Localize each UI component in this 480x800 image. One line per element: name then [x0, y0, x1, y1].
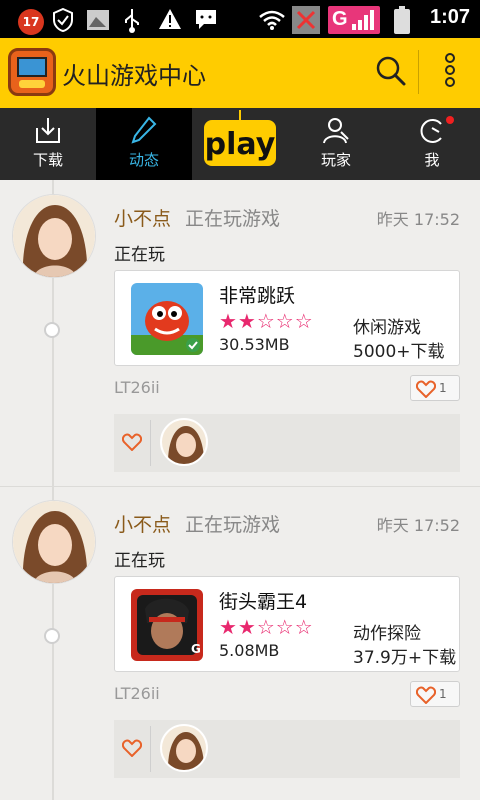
- player-icon: [323, 118, 349, 144]
- likers-strip: [114, 720, 460, 778]
- notification-count-badge: 17: [18, 9, 44, 35]
- me-icon: [420, 119, 442, 143]
- liker-avatar[interactable]: [160, 724, 208, 772]
- user-name[interactable]: 小不点: [114, 204, 171, 231]
- timeline-dot: [44, 322, 60, 338]
- rating-stars: ★★☆☆☆: [219, 309, 314, 333]
- like-count: 1: [439, 381, 447, 395]
- feed-item[interactable]: 小不点 正在玩游戏 昨天 17:52 正在玩 非常跳跃 ★★☆☆☆ 30.53M…: [0, 182, 480, 487]
- post-time: 昨天 17:52: [376, 210, 460, 229]
- status-bar: 17 G 1:07: [0, 0, 480, 38]
- game-size: 5.08MB: [219, 641, 280, 660]
- tab-download-label: 下载: [32, 151, 63, 169]
- game-size: 30.53MB: [219, 335, 290, 354]
- status-text: 正在玩: [114, 551, 165, 571]
- like-button[interactable]: 1: [410, 681, 460, 707]
- game-name: 非常跳跃: [219, 285, 296, 307]
- game-category: 动作探险: [353, 624, 421, 644]
- signal-bars-icon: [352, 10, 374, 30]
- device-name: LT26ii: [114, 684, 160, 703]
- warning-icon: [159, 9, 181, 29]
- game-icon-street-fighter: G: [131, 589, 203, 661]
- heart-icon: [416, 686, 436, 704]
- user-avatar[interactable]: [12, 194, 96, 278]
- game-card[interactable]: 非常跳跃 ★★☆☆☆ 30.53MB 休闲游戏 5000+下载: [114, 270, 460, 366]
- heart-icon: [416, 380, 436, 398]
- app-header: 火山游戏中心: [0, 38, 480, 108]
- tab-players-label: 玩家: [320, 151, 351, 169]
- header-divider: [418, 50, 419, 94]
- pen-icon: [131, 116, 157, 144]
- rating-stars: ★★☆☆☆: [219, 615, 314, 639]
- tab-play[interactable]: play: [202, 110, 278, 168]
- svg-text:G: G: [191, 642, 201, 656]
- tab-me-label: 我: [424, 151, 440, 169]
- more-options-icon[interactable]: [426, 48, 474, 96]
- app-title: 火山游戏中心: [62, 62, 206, 90]
- post-time: 昨天 17:52: [376, 516, 460, 535]
- tab-me[interactable]: 我: [384, 108, 480, 180]
- likers-strip: [114, 414, 460, 472]
- game-name: 街头霸王4: [219, 591, 308, 613]
- card-separator: [0, 486, 480, 487]
- download-icon: [36, 118, 60, 143]
- game-downloads: 5000+下载: [353, 342, 445, 362]
- feed-item[interactable]: 小不点 正在玩游戏 昨天 17:52 正在玩 G 街头霸王4 ★★☆☆☆ 5.0…: [0, 488, 480, 793]
- wifi-icon: [259, 10, 285, 30]
- shield-check-icon: [53, 8, 73, 32]
- device-name: LT26ii: [114, 378, 160, 397]
- no-signal-icon: [292, 6, 320, 34]
- message-icon: [196, 10, 216, 29]
- like-button[interactable]: 1: [410, 375, 460, 401]
- liker-avatar[interactable]: [160, 418, 208, 466]
- battery-icon: [394, 6, 410, 34]
- notification-dot: [446, 116, 454, 124]
- game-downloads: 37.9万+下载: [353, 648, 457, 668]
- timeline-dot: [44, 628, 60, 644]
- activity-text: 正在玩游戏: [185, 514, 281, 536]
- game-icon-jump: [131, 283, 203, 355]
- status-text: 正在玩: [114, 245, 165, 265]
- play-logo-text: play: [205, 127, 276, 162]
- search-icon[interactable]: [368, 48, 416, 96]
- tab-players[interactable]: 玩家: [288, 108, 384, 180]
- usb-icon: [125, 9, 139, 33]
- tab-download[interactable]: 下载: [0, 108, 96, 180]
- image-icon: [87, 10, 109, 30]
- activity-text: 正在玩游戏: [185, 208, 281, 230]
- like-count: 1: [439, 687, 447, 701]
- status-time: 1:07: [429, 6, 470, 28]
- game-card[interactable]: G 街头霸王4 ★★☆☆☆ 5.08MB 动作探险 37.9万+下载: [114, 576, 460, 672]
- tab-feed-label: 动态: [128, 151, 159, 169]
- network-type: G: [332, 8, 348, 30]
- user-name[interactable]: 小不点: [114, 510, 171, 537]
- game-category: 休闲游戏: [353, 318, 421, 338]
- tab-feed[interactable]: 动态: [96, 108, 192, 180]
- app-logo: [8, 48, 56, 96]
- heart-icon: [122, 433, 142, 451]
- heart-icon: [122, 739, 142, 757]
- signal-indicator: G: [328, 6, 380, 34]
- user-avatar[interactable]: [12, 500, 96, 584]
